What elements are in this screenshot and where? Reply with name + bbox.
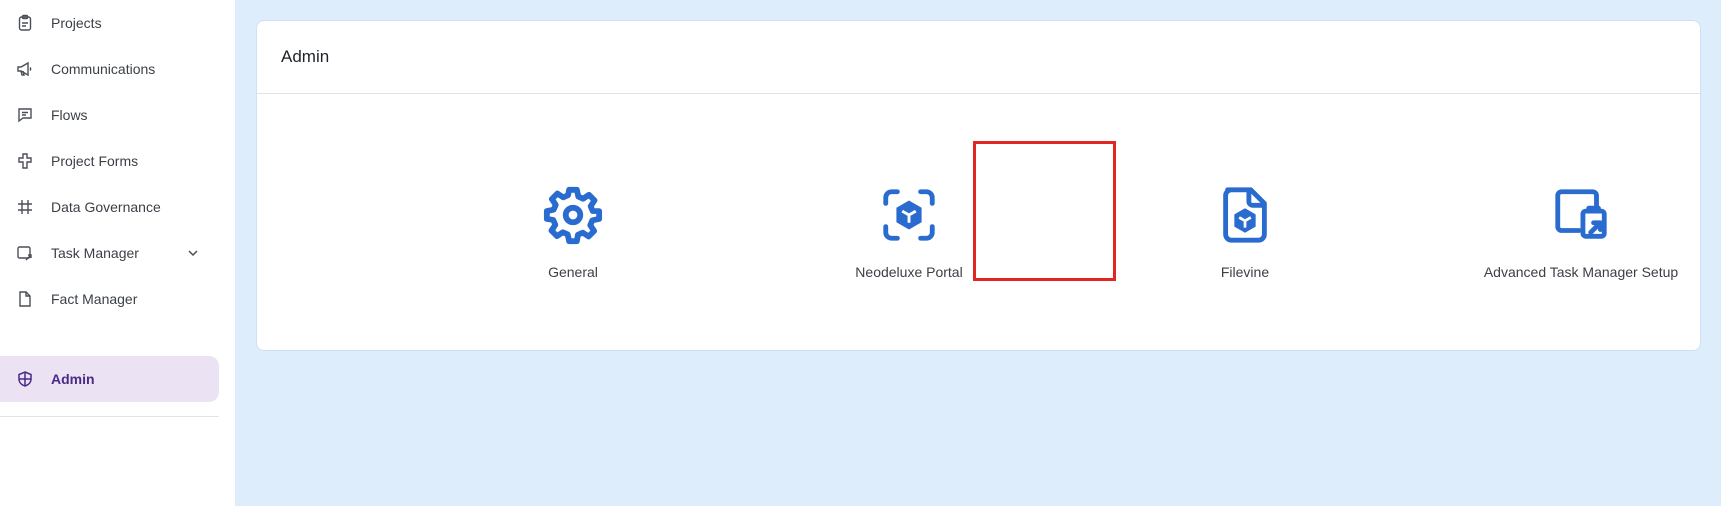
task-external-icon <box>16 244 34 262</box>
sidebar-item-data-governance[interactable]: Data Governance <box>0 184 219 230</box>
sidebar-item-label: Flows <box>51 107 88 123</box>
tile-general[interactable]: General <box>473 184 673 280</box>
sidebar-item-task-manager[interactable]: Task Manager <box>0 230 219 276</box>
card-header: Admin <box>257 21 1700 94</box>
megaphone-icon <box>16 60 34 78</box>
clipboard-icon <box>16 14 34 32</box>
shield-icon <box>16 370 34 388</box>
chat-icon <box>16 106 34 124</box>
tile-label: Neodeluxe Portal <box>855 264 963 280</box>
gear-icon <box>543 186 603 245</box>
sidebar-item-communications[interactable]: Communications <box>0 46 219 92</box>
sidebar-item-fact-manager[interactable]: Fact Manager <box>0 276 219 322</box>
admin-card: Admin General Neodeluxe Portal Filevine … <box>256 20 1701 351</box>
tile-filevine[interactable]: Filevine <box>1145 184 1345 280</box>
sidebar-item-projects[interactable]: Projects <box>0 0 219 46</box>
page-title: Admin <box>281 47 330 66</box>
tile-advanced-task-manager-setup[interactable]: Advanced Task Manager Setup <box>1481 184 1681 280</box>
file-cube-icon <box>1223 187 1267 243</box>
sidebar-item-label: Fact Manager <box>51 291 138 307</box>
sidebar-item-label: Admin <box>51 371 95 387</box>
sidebar-item-flows[interactable]: Flows <box>0 92 219 138</box>
puzzle-icon <box>16 152 34 170</box>
tile-neodeluxe-portal[interactable]: Neodeluxe Portal <box>809 184 1009 280</box>
tile-label: General <box>548 264 598 280</box>
sidebar-item-label: Project Forms <box>51 153 139 169</box>
task-setup-icon <box>1555 189 1607 239</box>
tile-label: Filevine <box>1220 264 1270 280</box>
tile-label: Advanced Task Manager Setup <box>1483 264 1679 280</box>
document-icon <box>16 290 34 308</box>
sidebar-item-admin[interactable]: Admin <box>0 356 219 402</box>
sidebar-item-label: Data Governance <box>51 199 161 215</box>
sidebar: Projects Communications Flows Project Fo… <box>0 0 235 506</box>
main-content: Admin General Neodeluxe Portal Filevine … <box>235 0 1721 506</box>
sidebar-item-label: Task Manager <box>51 245 139 261</box>
chevron-down-icon[interactable] <box>186 246 200 260</box>
cube-scan-icon <box>883 189 935 241</box>
sidebar-item-label: Communications <box>51 61 156 77</box>
app-root: Projects Communications Flows Project Fo… <box>0 0 1721 506</box>
sidebar-divider <box>0 416 219 417</box>
grid-icon <box>16 198 34 216</box>
sidebar-item-label: Projects <box>51 15 102 31</box>
sidebar-item-project-forms[interactable]: Project Forms <box>0 138 219 184</box>
